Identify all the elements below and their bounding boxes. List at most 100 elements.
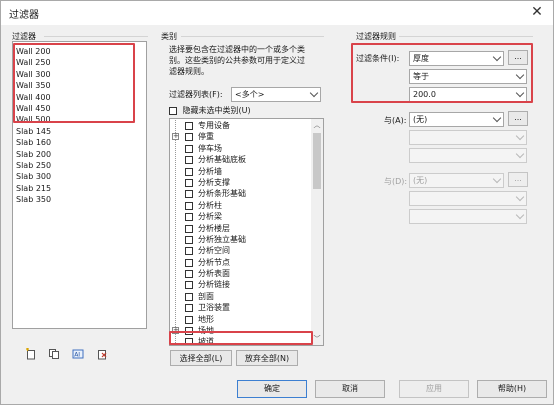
category-checkbox[interactable] xyxy=(185,292,193,301)
and-d-browse-button[interactable]: ... xyxy=(508,172,528,187)
category-checkbox[interactable] xyxy=(185,133,193,142)
category-tree-row[interactable]: 分析墙 xyxy=(170,166,313,177)
condition-browse-button[interactable]: ... xyxy=(508,50,528,65)
category-checkbox[interactable] xyxy=(185,178,193,187)
select-all-button[interactable]: 选择全部(L) xyxy=(170,350,232,366)
category-label: 分析支撑 xyxy=(198,177,230,187)
filter-list-item[interactable]: Wall 500 xyxy=(13,114,146,125)
filters-dialog: 过滤器 ✕ 过滤器 Wall 200 Wall 250 Wall 300 Wall 3… xyxy=(0,0,554,405)
and-a-operator-dropdown[interactable] xyxy=(409,130,527,145)
category-label: 分析梁 xyxy=(198,212,222,222)
and-a-parameter-value: (无) xyxy=(413,115,428,124)
hide-unchecked-label: 隐藏未选中类别(U) xyxy=(182,106,251,115)
filter-list-item[interactable]: Slab 160 xyxy=(13,137,146,148)
filter-list-item[interactable]: Slab 215 xyxy=(13,183,146,194)
category-checkbox[interactable] xyxy=(185,315,193,324)
and-d-value-combobox[interactable] xyxy=(409,209,527,224)
categories-tree[interactable]: 专用设备 + 停重 停车场 分析基础底板 分析墙 分析支撑 分析条形基础 分析柱 分析梁 分析楼层分… xyxy=(169,118,324,346)
category-checkbox[interactable] xyxy=(185,224,193,233)
category-tree-row[interactable]: 分析楼层 xyxy=(170,223,313,234)
category-checkbox[interactable] xyxy=(185,281,193,290)
delete-filter-icon[interactable] xyxy=(96,348,108,360)
ok-button[interactable]: 确定 xyxy=(237,380,307,398)
category-tree-row[interactable]: 分析支撑 xyxy=(170,177,313,188)
category-tree-row[interactable]: 分析空间 xyxy=(170,245,313,256)
category-checkbox[interactable] xyxy=(185,304,193,313)
category-checkbox[interactable] xyxy=(185,144,193,153)
category-tree-row[interactable]: + 场地 xyxy=(170,325,313,336)
hide-unchecked-row[interactable]: 隐藏未选中类别(U) xyxy=(169,105,251,116)
category-tree-row[interactable]: 分析链接 xyxy=(170,279,313,290)
filter-list-item[interactable]: Slab 200 xyxy=(13,149,146,160)
scroll-up-icon[interactable]: ︿ xyxy=(311,119,323,131)
cancel-button[interactable]: 取消 xyxy=(315,380,385,398)
scrollbar-thumb[interactable] xyxy=(313,133,321,189)
filters-list[interactable]: Wall 200 Wall 250 Wall 300 Wall 350 Wall 400… xyxy=(12,41,147,329)
filter-list-item[interactable]: Slab 350 xyxy=(13,194,146,205)
category-checkbox[interactable] xyxy=(185,270,193,279)
filter-list-dropdown[interactable]: <多个> xyxy=(231,87,321,102)
category-tree-row[interactable]: 分析条形基础 xyxy=(170,188,313,199)
and-a-parameter-dropdown[interactable]: (无) xyxy=(409,112,504,127)
chevron-down-icon xyxy=(515,149,525,159)
category-tree-row[interactable]: 卫浴装置 xyxy=(170,302,313,313)
chevron-down-icon xyxy=(492,52,502,62)
category-checkbox[interactable] xyxy=(185,213,193,222)
categories-group-label: 类别 xyxy=(161,32,177,41)
filter-list-value: <多个> xyxy=(235,90,265,99)
category-tree-row[interactable]: 分析柱 xyxy=(170,200,313,211)
filter-list-item[interactable]: Wall 200 xyxy=(13,46,146,57)
category-tree-row[interactable]: 分析独立基础 xyxy=(170,234,313,245)
category-tree-row[interactable]: 分析节点 xyxy=(170,257,313,268)
rename-filter-icon[interactable]: AI xyxy=(72,348,84,360)
chevron-down-icon xyxy=(492,113,502,123)
duplicate-filter-icon[interactable] xyxy=(48,348,60,360)
and-d-operator-dropdown[interactable] xyxy=(409,191,527,206)
category-tree-row[interactable]: 剖面 xyxy=(170,291,313,302)
filter-list-item[interactable]: Wall 300 xyxy=(13,69,146,80)
and-d-parameter-dropdown[interactable]: (无) xyxy=(409,173,504,188)
category-tree-row[interactable]: 专用设备 xyxy=(170,120,313,131)
category-tree-row[interactable]: 地形 xyxy=(170,314,313,325)
operator-dropdown[interactable]: 等于 xyxy=(409,69,527,84)
category-checkbox[interactable] xyxy=(185,167,193,176)
category-checkbox[interactable] xyxy=(185,338,193,345)
and-a-value-combobox[interactable] xyxy=(409,148,527,163)
deselect-all-button[interactable]: 放弃全部(N) xyxy=(236,350,298,366)
filter-list-item[interactable]: Wall 400 xyxy=(13,92,146,103)
category-tree-row[interactable]: 停车场 xyxy=(170,143,313,154)
condition-parameter-dropdown[interactable]: 厚度 xyxy=(409,51,504,66)
expand-icon[interactable]: + xyxy=(172,133,179,141)
new-filter-icon[interactable] xyxy=(25,348,37,360)
and-a-browse-button[interactable]: ... xyxy=(508,111,528,126)
scroll-down-icon[interactable]: ﹀ xyxy=(311,333,323,345)
filter-list-item[interactable]: Slab 300 xyxy=(13,171,146,182)
category-tree-row[interactable]: 分析基础底板 xyxy=(170,154,313,165)
categories-scrollbar[interactable]: ︿ ﹀ xyxy=(311,119,323,345)
filter-list-item[interactable]: Slab 145 xyxy=(13,126,146,137)
category-tree-row[interactable]: 分析表面 xyxy=(170,268,313,279)
filter-list-item[interactable]: Slab 250 xyxy=(13,160,146,171)
category-checkbox[interactable] xyxy=(185,247,193,256)
category-tree-row[interactable]: 坡道 xyxy=(170,336,313,345)
help-button[interactable]: 帮助(H) xyxy=(477,380,547,398)
filter-list-item[interactable]: Wall 250 xyxy=(13,57,146,68)
category-tree-row[interactable]: + 停重 xyxy=(170,131,313,142)
category-checkbox[interactable] xyxy=(185,156,193,165)
apply-button[interactable]: 应用 xyxy=(399,380,469,398)
filters-group-divider xyxy=(44,36,148,37)
category-checkbox[interactable] xyxy=(185,258,193,267)
filter-list-item[interactable]: Wall 450 xyxy=(13,103,146,114)
hide-unchecked-checkbox[interactable] xyxy=(169,106,177,115)
category-tree-row[interactable]: 分析梁 xyxy=(170,211,313,222)
value-combobox[interactable]: 200.0 xyxy=(409,87,527,102)
chevron-down-icon xyxy=(515,70,525,80)
category-checkbox[interactable] xyxy=(185,235,193,244)
category-checkbox[interactable] xyxy=(185,327,193,336)
expand-icon[interactable]: + xyxy=(172,327,179,335)
filter-list-item[interactable]: Wall 350 xyxy=(13,80,146,91)
close-icon[interactable]: ✕ xyxy=(527,3,547,21)
category-checkbox[interactable] xyxy=(185,122,193,130)
category-checkbox[interactable] xyxy=(185,190,193,199)
category-checkbox[interactable] xyxy=(185,201,193,210)
